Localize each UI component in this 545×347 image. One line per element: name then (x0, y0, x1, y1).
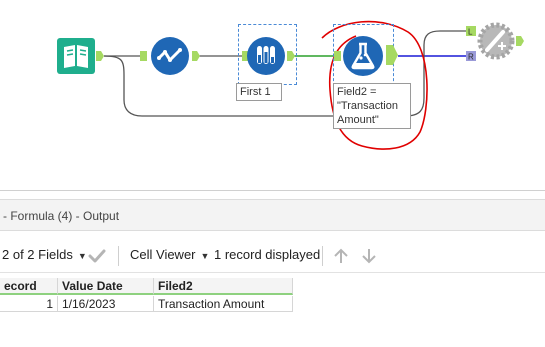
arrow-down-icon[interactable] (360, 247, 378, 265)
checkmark-icon[interactable] (88, 248, 106, 264)
formula-annotation-line: Field2 = (337, 86, 377, 98)
join-right-anchor[interactable]: R (466, 51, 476, 61)
fields-selector[interactable]: 2 of 2 Fields ▼ (2, 247, 87, 262)
value-date-cell[interactable]: 1/16/2023 (58, 296, 154, 312)
book-icon (57, 38, 95, 74)
join-left-label: L (468, 28, 473, 37)
workflow-canvas[interactable]: First 1 Field2 = "Transaction Amount" L … (0, 0, 545, 190)
join-left-anchor[interactable]: L (466, 26, 476, 36)
output-anchor[interactable] (386, 45, 398, 65)
output-anchor[interactable] (96, 51, 104, 61)
join-right-label: R (468, 53, 474, 62)
formula-annotation-line: Amount" (337, 114, 379, 126)
record-status: 1 record displayed (214, 247, 321, 262)
results-header: - Formula (4) - Output (0, 199, 545, 231)
cell-viewer-label: Cell Viewer (130, 247, 196, 262)
results-title: - Formula (4) - Output (3, 209, 120, 223)
toolbar-separator (118, 246, 119, 266)
column-header-filed2[interactable]: Filed2 (154, 278, 293, 295)
test-tubes-icon (247, 37, 285, 75)
chevron-down-icon: ▼ (200, 251, 210, 261)
toolbar-separator (322, 246, 323, 266)
sample-tool[interactable] (247, 37, 285, 75)
input-anchor[interactable] (334, 51, 341, 61)
gear-wand-icon (477, 22, 515, 60)
checkmark-icon (151, 37, 189, 75)
output-anchor[interactable] (287, 51, 295, 61)
column-header-value-date[interactable]: Value Date (58, 278, 154, 295)
results-toolbar: 2 of 2 Fields ▼ Cell Viewer ▼ 1 record dis… (0, 238, 545, 273)
output-anchor[interactable] (516, 36, 524, 46)
record-number-cell[interactable]: 1 (0, 296, 58, 312)
input-anchor[interactable] (140, 51, 147, 61)
panel-divider[interactable] (0, 190, 545, 191)
cell-viewer-dropdown[interactable]: Cell Viewer ▼ (130, 247, 209, 262)
join-tool[interactable] (477, 22, 515, 60)
formula-annotation-line: "Transaction (337, 100, 398, 112)
arrow-up-icon[interactable] (332, 247, 350, 265)
formula-tool[interactable] (343, 36, 383, 76)
column-header-record[interactable]: ecord (0, 278, 58, 295)
filed2-cell[interactable]: Transaction Amount (154, 296, 293, 312)
select-tool[interactable] (151, 37, 189, 75)
formula-annotation[interactable]: Field2 = "Transaction Amount" (333, 83, 411, 129)
sample-annotation[interactable]: First 1 (236, 83, 282, 101)
output-anchor[interactable] (192, 51, 200, 61)
fields-selector-label: 2 of 2 Fields (2, 247, 73, 262)
input-data-tool[interactable] (57, 38, 95, 74)
chevron-down-icon: ▼ (77, 251, 87, 261)
flask-icon (343, 36, 383, 76)
